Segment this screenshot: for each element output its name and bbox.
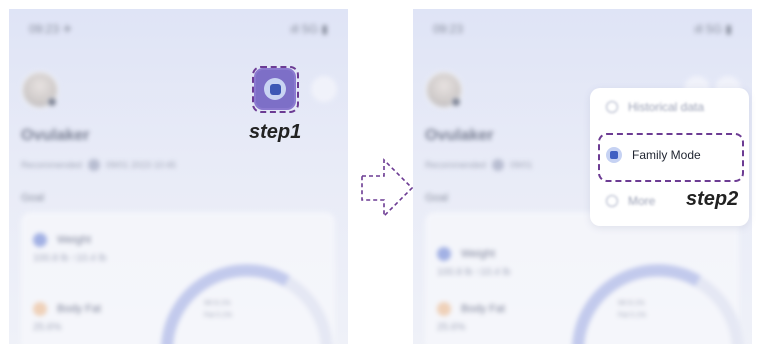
- menu-item-historical-data[interactable]: Historical data: [606, 100, 704, 114]
- avatar-badge-icon: [451, 97, 461, 107]
- meta-row: Recommended 09/01 2023 10:45: [21, 159, 176, 171]
- user-name: Ovulaker: [425, 127, 494, 144]
- family-mode-icon[interactable]: [256, 70, 294, 108]
- avatar-badge-icon: [47, 97, 57, 107]
- status-signals: ıll 5G ▮: [290, 22, 328, 36]
- user-name: Ovulaker: [21, 127, 90, 144]
- metric-weight-value: 100.8 lb ↑10.4 lb: [437, 267, 511, 278]
- metric-weight-label: Weight: [57, 234, 92, 246]
- step2-highlight-frame: [598, 133, 744, 182]
- metric-weight-label: Weight: [461, 248, 496, 260]
- help-icon[interactable]: [88, 159, 101, 171]
- gauge-chart: [572, 264, 744, 344]
- section-title: Goal: [425, 192, 449, 204]
- menu-item-more[interactable]: More: [606, 194, 655, 208]
- gauge-chart: [161, 264, 333, 344]
- step2-label: step2: [684, 188, 741, 211]
- recommend-text: Recommended: [21, 160, 83, 170]
- step1-label: step1: [249, 121, 302, 143]
- section-title: Goal: [21, 192, 45, 204]
- menu-item-label: Historical data: [628, 100, 705, 114]
- metric-bodyfat-label: Body Fat: [57, 303, 102, 315]
- meta-row: Recommended 09/01: [425, 159, 533, 171]
- metric-weight: Weight: [33, 233, 91, 247]
- status-signals: ıll 5G ▮: [694, 22, 732, 36]
- status-bar: 09:23 ✈ ıll 5G ▮: [29, 22, 328, 36]
- metric-bodyfat: Body Fat: [33, 302, 101, 316]
- weight-icon: [33, 233, 47, 247]
- metric-weight-value: 100.8 lb ↑10.4 lb: [33, 253, 107, 264]
- status-bar: 09:23 ıll 5G ▮: [433, 22, 732, 36]
- weight-icon: [437, 247, 451, 261]
- clock-icon: [606, 101, 618, 113]
- meta-date: 09/01: [510, 160, 533, 170]
- bodyfat-icon: [33, 302, 47, 316]
- metric-bodyfat-value: 25.6%: [437, 322, 466, 333]
- phone-screen-before: 09:23 ✈ ıll 5G ▮ Ovulaker Recommended 09…: [9, 9, 348, 344]
- metric-bodyfat-value: 25.6%: [33, 322, 62, 333]
- info-icon: [606, 195, 618, 207]
- arrow-right-icon: [361, 158, 414, 218]
- blurred-background-ui: 09:23 ✈ ıll 5G ▮ Ovulaker Recommended 09…: [9, 9, 348, 344]
- metric-weight: Weight: [437, 247, 495, 261]
- help-icon[interactable]: [492, 159, 505, 171]
- status-time: 09:23: [433, 22, 464, 36]
- status-time: 09:23 ✈: [29, 22, 73, 36]
- metric-bodyfat-label: Body Fat: [461, 303, 506, 315]
- bodyfat-icon: [437, 302, 451, 316]
- meta-date: 09/01 2023 10:45: [106, 160, 177, 170]
- grid-icon[interactable]: [311, 76, 337, 102]
- menu-item-label: More: [628, 194, 656, 208]
- metric-bodyfat: Body Fat: [437, 302, 505, 316]
- recommend-text: Recommended: [425, 160, 487, 170]
